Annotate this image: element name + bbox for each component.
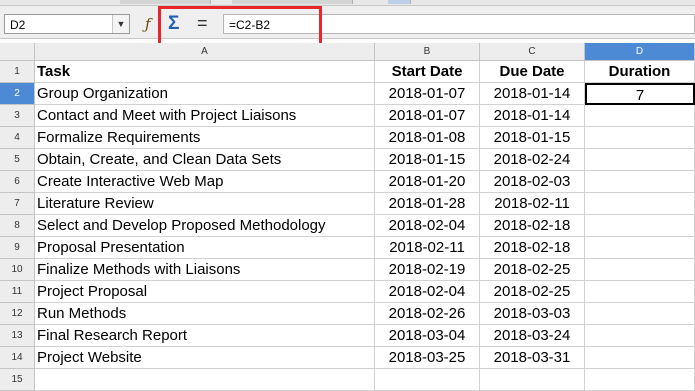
equals-icon[interactable]: = [197, 13, 208, 34]
start-date-cell[interactable]: 2018-02-11 [375, 237, 480, 259]
duration-cell[interactable] [585, 369, 695, 391]
select-all-corner[interactable] [0, 43, 35, 61]
task-cell[interactable]: Final Research Report [35, 325, 375, 347]
sigma-icon[interactable]: Σ [168, 13, 179, 35]
column-header-b[interactable]: B [375, 43, 480, 61]
duration-cell[interactable] [585, 215, 695, 237]
duration-cell[interactable] [585, 259, 695, 281]
row-header[interactable]: 15 [0, 369, 35, 391]
task-cell[interactable] [35, 369, 375, 391]
task-cell[interactable]: Run Methods [35, 303, 375, 325]
start-date-cell[interactable]: 2018-02-19 [375, 259, 480, 281]
duration-cell[interactable] [585, 325, 695, 347]
name-box[interactable]: D2 ▼ [4, 14, 130, 34]
due-date-cell[interactable]: 2018-02-25 [480, 281, 585, 303]
start-date-cell[interactable]: 2018-01-28 [375, 193, 480, 215]
fx-icon[interactable]: ƒ [145, 15, 151, 33]
start-date-cell[interactable]: 2018-01-07 [375, 83, 480, 105]
row-header[interactable]: 1 [0, 61, 35, 83]
header-cell-start-date[interactable]: Start Date [375, 61, 480, 83]
due-date-cell[interactable]: 2018-01-15 [480, 127, 585, 149]
start-date-cell[interactable]: 2018-02-26 [375, 303, 480, 325]
header-cell-duration[interactable]: Duration [585, 61, 695, 83]
task-cell[interactable]: Group Organization [35, 83, 375, 105]
due-date-cell[interactable]: 2018-03-03 [480, 303, 585, 325]
toolbar-segment [120, 0, 211, 4]
task-cell[interactable]: Finalize Methods with Liaisons [35, 259, 375, 281]
start-date-cell[interactable]: 2018-01-15 [375, 149, 480, 171]
task-cell[interactable]: Obtain, Create, and Clean Data Sets [35, 149, 375, 171]
selected-cell-d2[interactable]: 7 [585, 83, 695, 105]
duration-cell[interactable] [585, 149, 695, 171]
row-header[interactable]: 5 [0, 149, 35, 171]
chevron-down-icon[interactable]: ▼ [112, 15, 129, 33]
task-cell[interactable]: Contact and Meet with Project Liaisons [35, 105, 375, 127]
due-date-cell[interactable]: 2018-01-14 [480, 105, 585, 127]
due-date-cell[interactable]: 2018-02-18 [480, 215, 585, 237]
duration-cell[interactable] [585, 281, 695, 303]
duration-cell[interactable] [585, 193, 695, 215]
duration-cell[interactable] [585, 303, 695, 325]
due-date-cell[interactable]: 2018-02-11 [480, 193, 585, 215]
due-date-cell[interactable]: 2018-02-03 [480, 171, 585, 193]
task-cell[interactable]: Select and Develop Proposed Methodology [35, 215, 375, 237]
due-date-cell[interactable]: 2018-02-24 [480, 149, 585, 171]
task-cell[interactable]: Proposal Presentation [35, 237, 375, 259]
row-header[interactable]: 8 [0, 215, 35, 237]
toolbar-segment [388, 0, 411, 4]
start-date-cell[interactable]: 2018-02-04 [375, 215, 480, 237]
formula-value: =C2-B2 [229, 18, 271, 32]
row-header[interactable]: 14 [0, 347, 35, 369]
header-cell-due-date[interactable]: Due Date [480, 61, 585, 83]
start-date-cell[interactable]: 2018-01-20 [375, 171, 480, 193]
start-date-cell[interactable]: 2018-02-04 [375, 281, 480, 303]
start-date-cell[interactable]: 2018-03-25 [375, 347, 480, 369]
due-date-cell[interactable]: 2018-01-14 [480, 83, 585, 105]
task-cell[interactable]: Project Website [35, 347, 375, 369]
duration-cell[interactable] [585, 171, 695, 193]
due-date-cell[interactable]: 2018-02-25 [480, 259, 585, 281]
row-header[interactable]: 3 [0, 105, 35, 127]
row-header[interactable]: 11 [0, 281, 35, 303]
column-header-a[interactable]: A [35, 43, 375, 61]
row-header[interactable]: 10 [0, 259, 35, 281]
task-cell[interactable]: Literature Review [35, 193, 375, 215]
start-date-cell[interactable]: 2018-03-04 [375, 325, 480, 347]
start-date-cell[interactable]: 2018-01-07 [375, 105, 480, 127]
row-header[interactable]: 6 [0, 171, 35, 193]
duration-cell[interactable] [585, 347, 695, 369]
task-cell[interactable]: Create Interactive Web Map [35, 171, 375, 193]
row-header[interactable]: 7 [0, 193, 35, 215]
task-cell[interactable]: Project Proposal [35, 281, 375, 303]
column-header-c[interactable]: C [480, 43, 585, 61]
header-cell-task[interactable]: Task [35, 61, 375, 83]
column-header-d[interactable]: D [585, 43, 695, 61]
due-date-cell[interactable]: 2018-03-24 [480, 325, 585, 347]
duration-cell[interactable] [585, 237, 695, 259]
start-date-cell[interactable]: 2018-01-08 [375, 127, 480, 149]
formula-input[interactable]: =C2-B2 [223, 14, 695, 34]
due-date-cell[interactable] [480, 369, 585, 391]
row-header[interactable]: 2 [0, 83, 35, 105]
row-header[interactable]: 13 [0, 325, 35, 347]
start-date-cell[interactable] [375, 369, 480, 391]
toolbar-segment [232, 0, 353, 4]
due-date-cell[interactable]: 2018-02-18 [480, 237, 585, 259]
row-header[interactable]: 9 [0, 237, 35, 259]
row-header[interactable]: 4 [0, 127, 35, 149]
task-cell[interactable]: Formalize Requirements [35, 127, 375, 149]
duration-cell[interactable] [585, 105, 695, 127]
name-box-value: D2 [10, 18, 26, 32]
duration-cell[interactable] [585, 127, 695, 149]
due-date-cell[interactable]: 2018-03-31 [480, 347, 585, 369]
row-header[interactable]: 12 [0, 303, 35, 325]
formula-bar: D2 ▼ ƒ Σ = =C2-B2 [0, 6, 695, 39]
